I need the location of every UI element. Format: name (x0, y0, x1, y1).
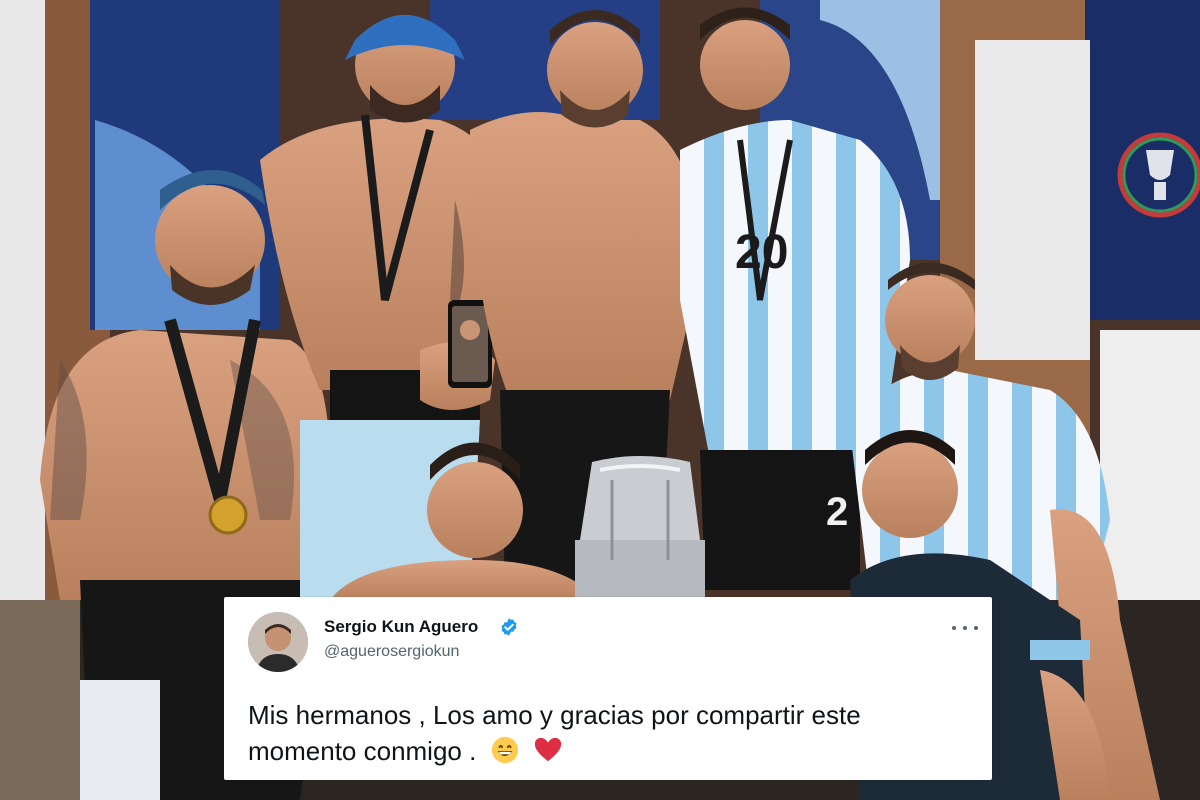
white-coat (975, 40, 1090, 360)
cup-banner (1085, 0, 1200, 320)
author-handle[interactable]: @aguerosergiokun (324, 643, 459, 661)
verified-badge-icon (501, 618, 517, 636)
copa-trophy (575, 456, 705, 600)
red-heart-icon (534, 737, 561, 762)
author-avatar[interactable] (248, 612, 308, 672)
tweet-card[interactable]: Sergio Kun Aguero @aguerosergiokun Mis h… (224, 597, 992, 780)
avatar-portrait-icon (248, 612, 308, 672)
author-name[interactable]: Sergio Kun Aguero (324, 617, 478, 637)
bench-right (1100, 330, 1200, 600)
grinning-face-icon (491, 736, 518, 764)
shorts-number-2: 2 (826, 490, 848, 534)
more-options-icon[interactable] (952, 621, 978, 635)
gold-medal-icon (208, 495, 248, 535)
bench-left (0, 600, 80, 800)
white-column-left (0, 0, 45, 620)
tweet-text: Mis hermanos , Los amo y gracias por com… (248, 697, 968, 769)
jersey-number-20: 20 (735, 226, 788, 279)
